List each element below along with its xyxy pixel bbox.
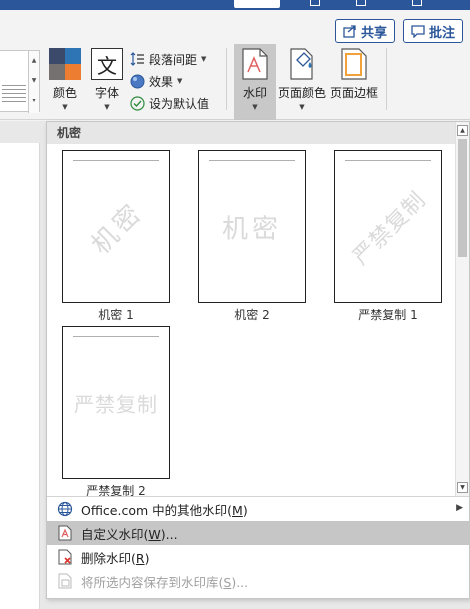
fonts-dropdown-icon: ▼ [104,103,110,111]
gallery-up-icon[interactable]: ▲ [29,51,39,71]
watermark-dropdown-icon: ▼ [252,103,258,111]
watermark-label: 机密 1 [98,308,134,322]
save-gallery-icon [58,573,72,589]
watermark-option-no-copy-2[interactable]: 严禁复制 严禁复制 2 [61,326,171,499]
watermark-option-no-copy-1[interactable]: 严禁复制 严禁复制 1 [333,150,443,323]
submenu-arrow-icon: ▶ [456,503,463,513]
custom-watermark-icon [58,525,72,541]
checkmark-circle-icon [130,95,145,111]
watermark-label: 严禁复制 1 [358,308,418,322]
set-as-default-label: 设为默认值 [149,96,210,111]
gallery-more-icon[interactable]: ▾ [29,91,39,111]
remove-watermark-menu-item[interactable]: 删除水印(R) [47,545,469,569]
page-color-icon [290,48,313,80]
gallery-scroll[interactable]: ▲ ▼ ▾ [28,51,39,113]
comment-icon [411,24,425,38]
document-page[interactable] [0,143,40,609]
effects-button[interactable]: 效果 ▼ [130,72,182,90]
watermark-text: 机密 [221,214,283,244]
watermark-option-confidential-1[interactable]: 机密 机密 1 [61,150,171,323]
title-bar [0,0,470,10]
fonts-label: 字体 [94,86,119,100]
effects-dropdown-icon: ▼ [177,77,183,85]
share-row: 共享 批注 [0,10,470,44]
more-watermarks-menu-item[interactable]: Office.com 中的其他水印(M) ▶ [47,497,469,521]
watermark-menu: Office.com 中的其他水印(M) ▶ 自定义水印(W)... 删除水印(… [47,496,469,598]
restore-icon[interactable] [412,0,422,6]
ribbon-display-icon[interactable] [310,0,320,6]
page-borders-label: 页面边框 [330,86,379,100]
design-ribbon: ▲ ▼ ▾ 颜色 ▼ 文 字体 ▼ 段落间距 ▼ 效果 ▼ 设为默认值 水印 ▼… [0,44,470,120]
watermark-text: 机密 [85,196,150,261]
watermark-label: 水印 [242,86,267,100]
menu-item-label: 删除水印(R) [81,550,150,566]
share-label: 共享 [360,25,387,41]
style-set-gallery[interactable]: ▲ ▼ ▾ [0,50,40,113]
globe-icon [57,501,73,517]
paragraph-spacing-label: 段落间距 [149,52,198,67]
share-icon [343,25,356,38]
set-as-default-button[interactable]: 设为默认值 [130,94,209,112]
section-header: 机密 [47,122,457,144]
page-color-label: 页面颜色 [278,86,327,100]
share-button[interactable]: 共享 [335,19,395,43]
colors-dropdown-icon: ▼ [62,103,68,111]
effects-icon [130,74,145,88]
paragraph-spacing-dropdown-icon: ▼ [201,55,207,63]
ribbon-separator [386,48,387,110]
watermark-thumbnail: 机密 [198,150,306,303]
style-preview [2,85,26,105]
watermark-thumbnail: 严禁复制 [62,326,170,479]
page-borders-icon [341,48,367,80]
watermark-icon [242,48,268,80]
gallery-down-icon[interactable]: ▼ [29,71,39,91]
watermark-button[interactable]: 水印 ▼ [236,48,274,114]
scroll-thumb[interactable] [458,139,467,257]
watermark-label: 机密 2 [234,308,270,322]
watermark-option-confidential-2[interactable]: 机密 机密 2 [197,150,307,323]
comments-label: 批注 [428,25,455,41]
watermark-text: 严禁复制 [74,392,158,416]
gallery-scrollbar[interactable]: ▲ ▼ [455,122,469,496]
custom-watermark-menu-item[interactable]: 自定义水印(W)... [47,521,469,545]
comments-button[interactable]: 批注 [403,19,463,43]
watermark-text: 严禁复制 [348,186,432,270]
colors-label: 颜色 [52,86,77,100]
ribbon-separator [226,48,227,110]
fonts-button[interactable]: 文 字体 ▼ [90,48,124,114]
minimize-icon[interactable] [356,0,366,6]
scroll-up-icon[interactable]: ▲ [457,125,468,136]
menu-item-label: Office.com 中的其他水印(M) [81,502,248,518]
remove-watermark-icon [58,549,72,565]
paragraph-spacing-icon [130,52,144,66]
scroll-down-icon[interactable]: ▼ [457,482,468,493]
login-tab[interactable] [234,0,280,8]
watermark-thumbnail: 严禁复制 [334,150,442,303]
watermark-thumbnail: 机密 [62,150,170,303]
paragraph-spacing-button[interactable]: 段落间距 ▼ [130,50,206,68]
menu-item-label: 自定义水印(W)... [81,526,178,542]
watermark-dropdown: 机密 ▲ ▼ 机密 机密 1 机密 机密 2 严禁复制 严禁复制 1 严禁复制 … [46,121,470,599]
colors-button[interactable]: 颜色 ▼ [48,48,82,114]
save-to-gallery-menu-item[interactable]: 将所选内容保存到水印库(S)... [47,569,469,593]
page-color-dropdown-icon: ▼ [299,103,305,111]
menu-item-label: 将所选内容保存到水印库(S)... [81,574,249,590]
page-color-button[interactable]: 页面颜色 ▼ [278,48,326,114]
effects-label: 效果 [149,74,174,89]
theme-colors-icon [49,48,81,80]
page-borders-button[interactable]: 页面边框 [330,48,378,114]
theme-fonts-icon: 文 [91,48,123,80]
